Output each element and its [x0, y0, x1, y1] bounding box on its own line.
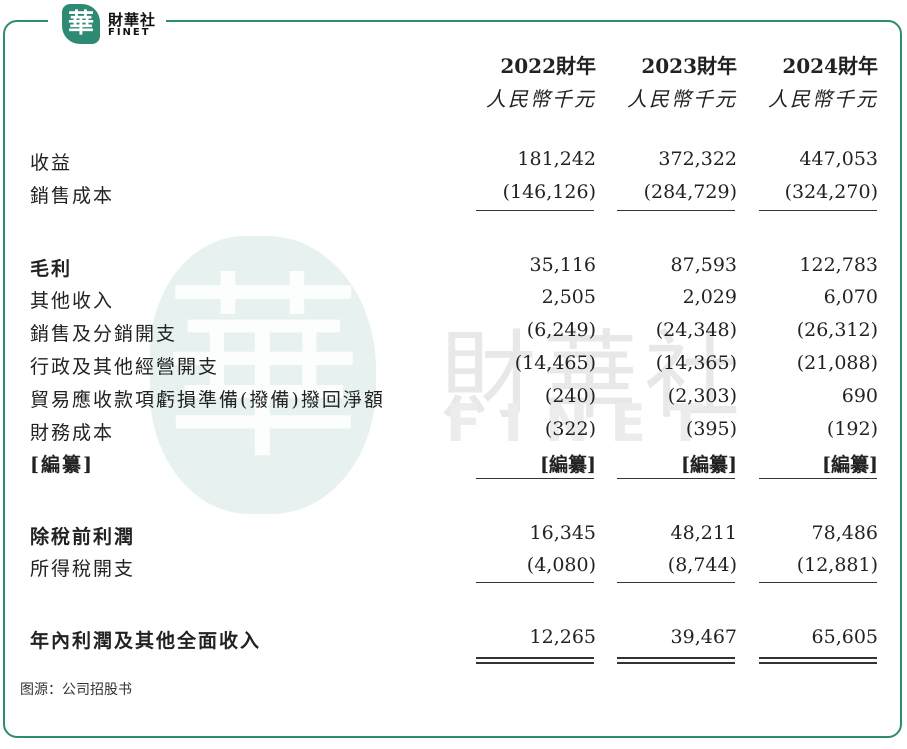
table-row-revenue: 收益 181,242 372,322 447,053: [0, 148, 907, 178]
header-year-2024: 2024財年: [782, 54, 878, 78]
table-row-profit-before-tax: 除稅前利潤 16,345 48,211 78,486: [0, 522, 907, 552]
subtotal-rule: [617, 478, 735, 479]
total-double-rule: [759, 657, 877, 664]
subtotal-rule: [759, 478, 877, 479]
row-value-2022: (322): [544, 418, 596, 440]
table-row-cost-of-sales: 銷售成本 (146,126) (284,729) (324,270): [0, 181, 907, 211]
table-row-redacted: [編纂] [編纂] [編纂] [編纂]: [0, 450, 907, 480]
table-row-selling-expenses: 銷售及分銷開支 (6,249) (24,348) (26,312): [0, 319, 907, 349]
row-value-2022: 16,345: [529, 522, 596, 544]
row-value-2023: (24,348): [655, 319, 737, 341]
row-value-2023: 372,322: [658, 148, 737, 170]
row-label: 除稅前利潤: [30, 526, 136, 548]
row-label: 貿易應收款項虧損準備(撥備)撥回淨額: [30, 389, 385, 411]
row-value-2022: [編纂]: [540, 454, 596, 476]
table-row-finance-costs: 財務成本 (322) (395) (192): [0, 418, 907, 448]
row-value-2024: 122,783: [799, 254, 878, 276]
row-value-2022: 12,265: [529, 626, 596, 648]
table-row-income-tax: 所得稅開支 (4,080) (8,744) (12,881): [0, 554, 907, 584]
row-label: 銷售成本: [30, 185, 115, 207]
total-double-rule: [476, 657, 594, 664]
row-label: 財務成本: [30, 422, 115, 444]
row-value-2022: (240): [544, 385, 596, 407]
row-label: 收益: [30, 152, 73, 174]
row-value-2024: 690: [841, 385, 878, 407]
table-row-impairment: 貿易應收款項虧損準備(撥備)撥回淨額 (240) (2,303) 690: [0, 385, 907, 415]
row-value-2024: 65,605: [811, 626, 878, 648]
row-value-2024: (21,088): [796, 352, 878, 374]
row-value-2022: 35,116: [529, 254, 596, 276]
row-value-2023: (14,365): [655, 352, 737, 374]
header-year-2023: 2023財年: [641, 54, 737, 78]
row-label: 年內利潤及其他全面收入: [30, 630, 262, 652]
row-value-2023: 39,467: [670, 626, 737, 648]
row-value-2023: [編纂]: [681, 454, 737, 476]
row-value-2022: (6,249): [526, 319, 596, 341]
subtotal-rule: [476, 210, 594, 211]
row-label: 所得稅開支: [30, 558, 136, 580]
subtotal-rule: [476, 582, 594, 583]
row-value-2024: (324,270): [784, 181, 878, 203]
row-value-2024: (12,881): [796, 554, 878, 576]
row-label: 毛利: [30, 258, 73, 280]
row-value-2023: (395): [685, 418, 737, 440]
table-row-other-income: 其他收入 2,505 2,029 6,070: [0, 286, 907, 316]
subtotal-rule: [759, 582, 877, 583]
header-year-2022: 2022財年: [500, 54, 596, 78]
brand-name-en: FINET: [108, 27, 151, 38]
row-label: [編纂]: [30, 454, 94, 476]
row-label: 其他收入: [30, 290, 115, 312]
header-unit-2022: 人民幣千元: [486, 87, 596, 111]
row-label: 行政及其他經營開支: [30, 356, 220, 378]
row-value-2024: [編纂]: [822, 454, 878, 476]
row-value-2024: 78,486: [811, 522, 878, 544]
row-value-2024: (192): [826, 418, 878, 440]
table-row-net-profit: 年內利潤及其他全面收入 12,265 39,467 65,605: [0, 626, 907, 656]
total-double-rule: [617, 657, 735, 664]
subtotal-rule: [617, 582, 735, 583]
table-row-admin-expenses: 行政及其他經營開支 (14,465) (14,365) (21,088): [0, 352, 907, 382]
row-value-2023: 48,211: [670, 522, 737, 544]
row-value-2023: 2,029: [682, 286, 737, 308]
row-value-2024: 447,053: [799, 148, 878, 170]
logo-glyph: 華: [67, 9, 94, 39]
header-unit-2024: 人民幣千元: [768, 87, 878, 111]
subtotal-rule: [476, 478, 594, 479]
row-value-2024: 6,070: [823, 286, 878, 308]
row-value-2024: (26,312): [796, 319, 878, 341]
header-unit-2023: 人民幣千元: [627, 87, 737, 111]
row-value-2022: 2,505: [541, 286, 596, 308]
row-value-2022: (146,126): [502, 181, 596, 203]
row-value-2023: (8,744): [667, 554, 737, 576]
subtotal-rule: [759, 210, 877, 211]
source-caption: 图源：公司招股书: [20, 682, 132, 698]
row-value-2022: 181,242: [517, 148, 596, 170]
subtotal-rule: [617, 210, 735, 211]
table-row-gross-profit: 毛利 35,116 87,593 122,783: [0, 254, 907, 284]
row-value-2023: (2,303): [667, 385, 737, 407]
row-label: 銷售及分銷開支: [30, 323, 178, 345]
row-value-2022: (14,465): [514, 352, 596, 374]
row-value-2023: (284,729): [643, 181, 737, 203]
row-value-2023: 87,593: [670, 254, 737, 276]
row-value-2022: (4,080): [526, 554, 596, 576]
